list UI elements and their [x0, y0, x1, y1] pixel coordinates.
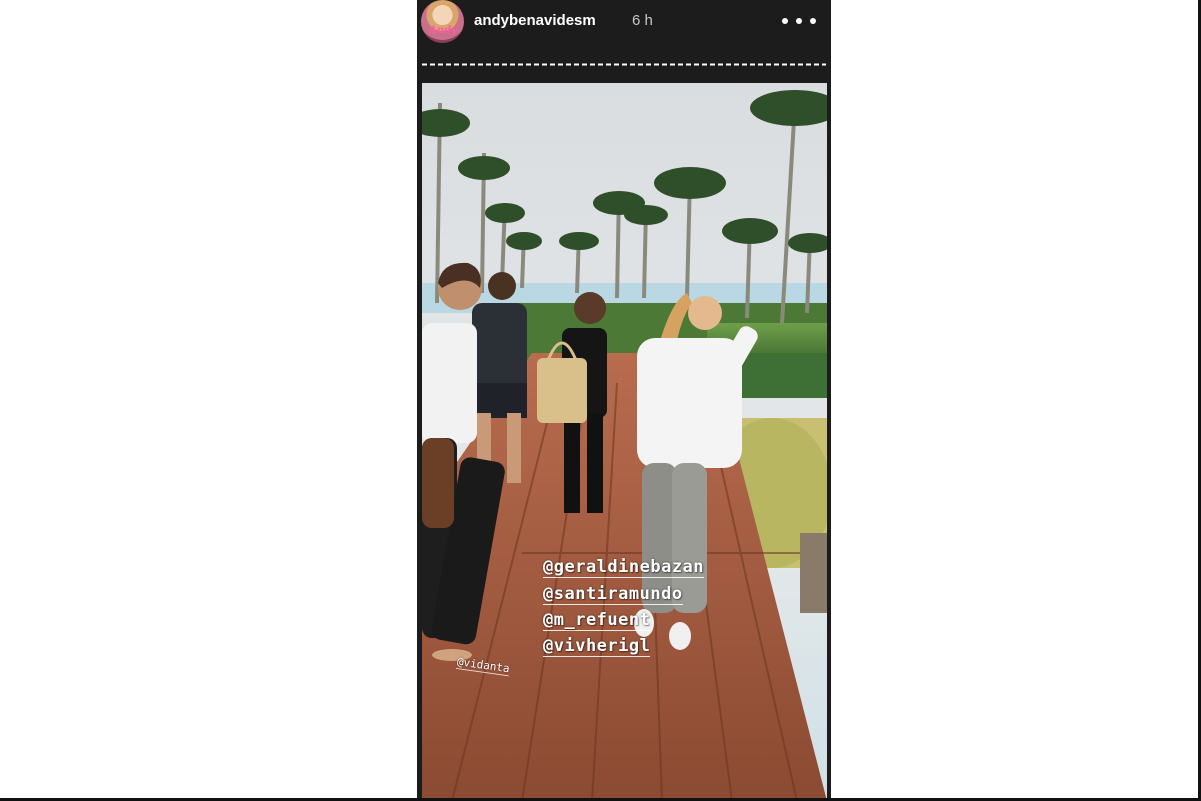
story-timestamp: 6 h	[632, 12, 653, 29]
avatar[interactable]: Andy	[421, 0, 464, 43]
mention-tag[interactable]: @m_refuent	[543, 610, 651, 631]
mention-tag[interactable]: @santiramundo	[543, 584, 683, 605]
story-photo	[422, 83, 827, 801]
more-dot-2	[796, 18, 802, 24]
more-horizontal-icon[interactable]	[782, 12, 816, 30]
story-viewer: Andy andybenavidesm 6 h @geraldinebazan …	[417, 0, 831, 801]
more-dot-3	[810, 18, 816, 24]
page: Andy andybenavidesm 6 h @geraldinebazan …	[0, 0, 1201, 801]
more-dot-1	[782, 18, 788, 24]
mention-tag[interactable]: @vivherigl	[543, 636, 651, 657]
story-username[interactable]: andybenavidesm	[474, 12, 596, 29]
mention-tag[interactable]: @geraldinebazan	[543, 557, 705, 578]
avatar-signature: Andy	[429, 25, 457, 36]
story-progress-bar	[422, 63, 826, 66]
story-header: Andy andybenavidesm 6 h	[417, 0, 831, 58]
